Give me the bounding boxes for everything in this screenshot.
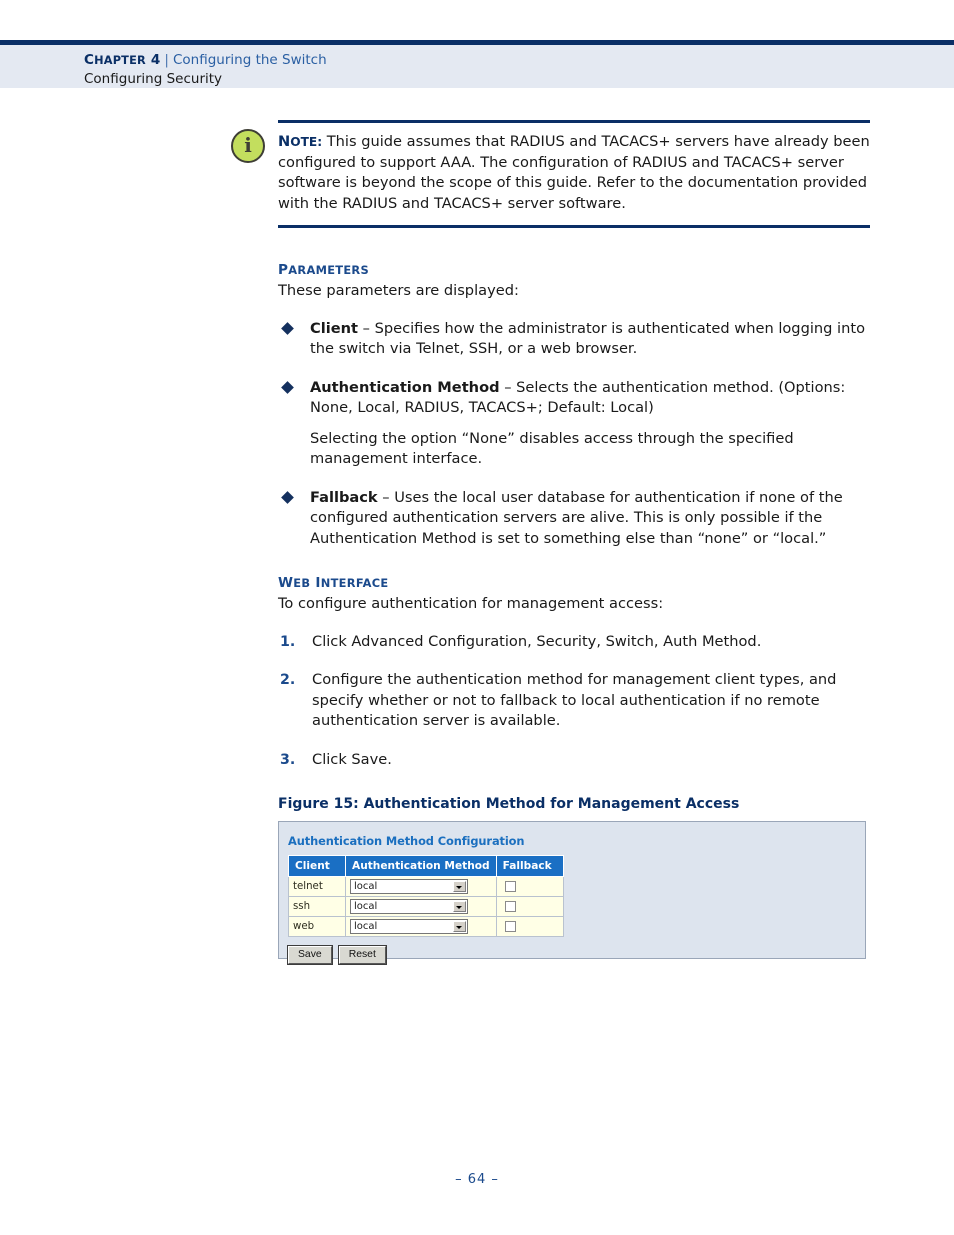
auth-method-select-value: local (354, 901, 378, 912)
list-item-dash: – (357, 319, 375, 337)
web-interface-intro: To configure authentication for manageme… (278, 595, 664, 612)
fallback-checkbox-telnet[interactable] (504, 881, 516, 892)
list-item: 2. Configure the authentication method f… (278, 670, 870, 732)
auth-method-select-value: local (354, 921, 378, 932)
web-interface-step-list: 1. Click Advanced Configuration, Securit… (278, 632, 870, 771)
reset-button[interactable]: Reset (338, 946, 386, 964)
note-text: NOTE: This guide assumes that RADIUS and… (278, 132, 870, 214)
chevron-down-icon[interactable] (453, 901, 466, 912)
table-row: web local (288, 916, 564, 937)
table-row: ssh local (288, 896, 564, 917)
auth-method-select-web[interactable]: local (350, 919, 468, 934)
auth-method-select-ssh[interactable]: local (350, 899, 468, 914)
list-item: Fallback – Uses the local user database … (278, 488, 870, 550)
column-header-authentication-method: Authentication Method (345, 855, 497, 877)
figure-screenshot: Authentication Method Configuration Clie… (278, 821, 866, 964)
column-header-client: Client (288, 855, 346, 877)
cell-fallback (495, 916, 564, 937)
parameters-section: PARAMETERS These parameters are displaye… (278, 262, 870, 549)
table-header-row: Client Authentication Method Fallback (288, 855, 564, 877)
list-item: 3. Click Save. (278, 750, 870, 771)
list-item-term: Fallback (310, 488, 378, 506)
list-item-term: Authentication Method (310, 378, 500, 396)
list-item-term: Client (310, 319, 358, 337)
parameters-bullet-list: Client – Specifies how the administrator… (278, 319, 870, 550)
breadcrumb-separator: | (164, 52, 169, 68)
chevron-down-icon[interactable] (453, 921, 466, 932)
parameters-intro: These parameters are displayed: (278, 282, 519, 299)
page-header: CHAPTER 4 | Configuring the Switch Configu… (0, 40, 954, 88)
panel-title: Authentication Method Configuration (288, 834, 525, 848)
step-text: Click Save. (312, 750, 392, 768)
auth-method-table: Client Authentication Method Fallback te… (288, 855, 564, 937)
list-item-dash: – (499, 378, 517, 396)
save-button[interactable]: Save (288, 946, 332, 964)
breadcrumb-chapter-title: Configuring the Switch (172, 52, 327, 68)
auth-method-select-telnet[interactable]: local (350, 879, 468, 894)
step-number: 2. (280, 672, 296, 688)
list-item-dash: – (377, 488, 395, 506)
cell-client: telnet (288, 876, 346, 897)
list-item-text: Specifies how the administrator is authe… (310, 319, 865, 358)
chevron-down-icon[interactable] (453, 881, 466, 892)
parameters-heading: PARAMETERS (278, 262, 370, 278)
step-number: 1. (280, 633, 296, 650)
web-interface-heading: WEB INTERFACE (278, 575, 389, 591)
cell-authentication-method: local (345, 876, 497, 897)
step-number: 3. (280, 751, 296, 768)
auth-method-select-value: local (354, 881, 378, 892)
note-label: NOTE: (278, 133, 323, 150)
figure-button-row: Save Reset (288, 946, 865, 964)
note-block: i NOTE: This guide assumes that RADIUS a… (231, 120, 870, 228)
table-row: telnet local (288, 876, 564, 897)
cell-fallback (495, 896, 564, 917)
page-content: i NOTE: This guide assumes that RADIUS a… (231, 120, 870, 964)
step-text: Click Advanced Configuration, Security, … (312, 632, 762, 650)
header-section-title: Configuring Security (84, 71, 223, 87)
diamond-bullet-icon (281, 321, 294, 335)
fallback-checkbox-web[interactable] (504, 921, 516, 932)
figure-caption: Figure 15: Authentication Method for Man… (278, 796, 740, 812)
diamond-bullet-icon (281, 490, 294, 504)
list-item: Client – Specifies how the administrator… (278, 319, 870, 360)
breadcrumb: CHAPTER 4 | Configuring the Switch (84, 52, 327, 68)
list-item: 1. Click Advanced Configuration, Securit… (278, 632, 870, 653)
note-rule-bottom (278, 225, 870, 228)
page-footer: – 64 – (455, 1172, 499, 1187)
diamond-bullet-icon (281, 380, 294, 394)
parameters-sub-paragraph: Selecting the option “None” disables acc… (310, 429, 794, 468)
cell-client: ssh (288, 896, 346, 917)
info-icon: i (231, 129, 265, 163)
note-body-text: This guide assumes that RADIUS and TACAC… (278, 133, 870, 212)
web-interface-section: WEB INTERFACE To configure authenticatio… (278, 575, 870, 770)
breadcrumb-chapter: CHAPTER 4 (84, 52, 161, 68)
fallback-checkbox-ssh[interactable] (504, 901, 516, 912)
cell-authentication-method: local (345, 916, 497, 937)
cell-authentication-method: local (345, 896, 497, 917)
column-header-fallback: Fallback (495, 855, 564, 877)
step-text: Configure the authentication method for … (312, 671, 837, 729)
cell-fallback (495, 876, 564, 897)
list-item: Authentication Method – Selects the auth… (278, 378, 870, 419)
cell-client: web (288, 916, 346, 937)
